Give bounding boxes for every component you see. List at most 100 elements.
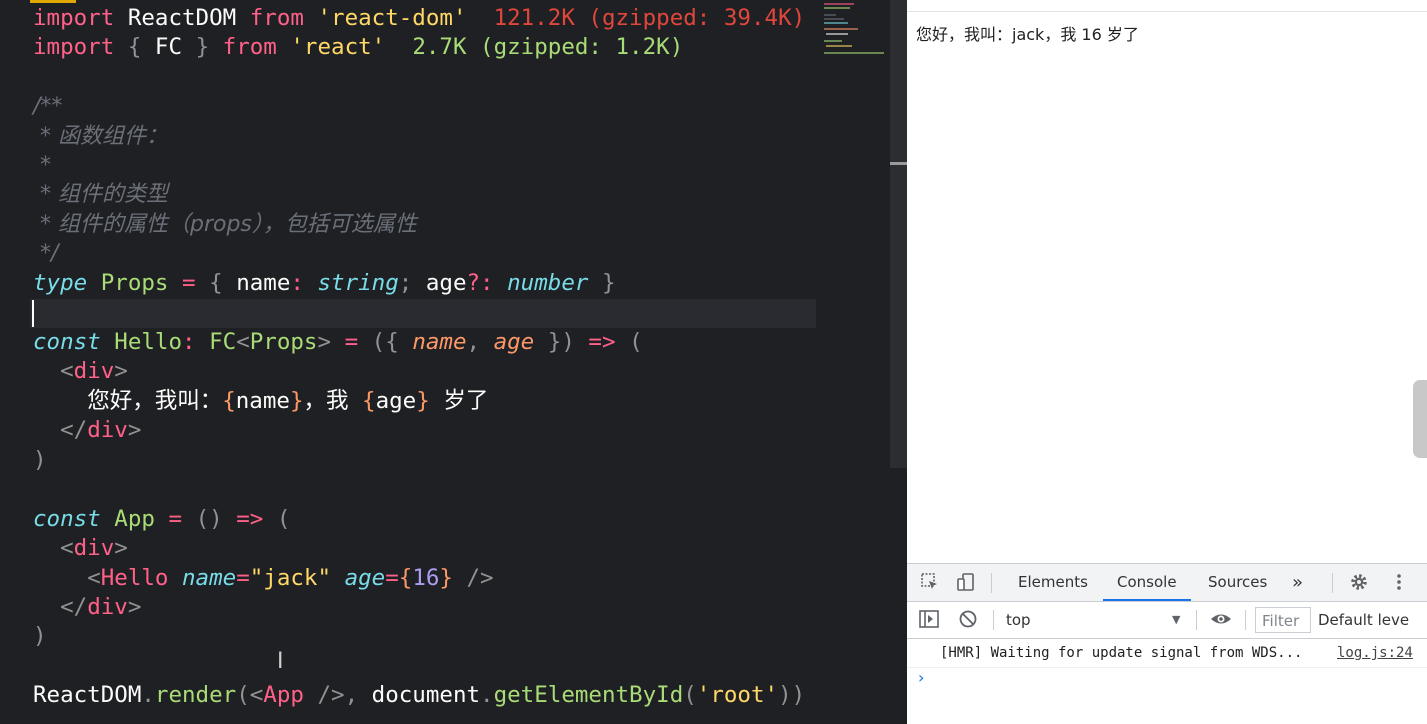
brace: { bbox=[398, 565, 413, 591]
jsx-tag: Hello bbox=[100, 565, 169, 591]
operator: : bbox=[182, 329, 196, 355]
brace: } bbox=[416, 388, 430, 414]
log-levels-select[interactable]: Default leve bbox=[1318, 602, 1409, 638]
dropdown-arrow-icon[interactable]: ▼ bbox=[1172, 602, 1180, 638]
angle: </ bbox=[60, 417, 88, 443]
parameter: age bbox=[493, 329, 535, 355]
mouse-ibeam-cursor: I bbox=[277, 649, 284, 674]
function-name: getElementById bbox=[493, 682, 684, 708]
settings-gear-icon[interactable] bbox=[1348, 572, 1370, 594]
arrow: => bbox=[588, 329, 616, 355]
brace: { bbox=[209, 270, 223, 296]
comment-line: * 组件的属性（props），包括可选属性 bbox=[33, 212, 417, 237]
code-line-hello-element: <Hello name="jack" age={16} /> bbox=[33, 564, 493, 593]
comment-line: * 函数组件： bbox=[33, 124, 168, 149]
angle: > bbox=[114, 358, 128, 384]
jsx-text: ，我 bbox=[303, 388, 349, 414]
operator: = bbox=[168, 506, 183, 532]
brace: { bbox=[222, 388, 236, 414]
operator: = bbox=[344, 329, 359, 355]
code-line-paren-close: ) bbox=[33, 623, 47, 649]
string-literal: "jack" bbox=[249, 565, 332, 591]
minimap-line bbox=[824, 40, 842, 42]
kebab-menu-icon[interactable] bbox=[1388, 572, 1410, 594]
property: age bbox=[425, 270, 467, 296]
jsx-tag: App bbox=[263, 682, 304, 708]
devtools-panel: Elements Console Sources » top ▼ Filter … bbox=[907, 563, 1427, 724]
minimap-line bbox=[824, 7, 850, 9]
code-line-render: ReactDOM.render(<App />, document.getEle… bbox=[33, 681, 805, 710]
code-line-div-open: <div> bbox=[33, 357, 128, 386]
page-scrollbar-thumb[interactable] bbox=[1413, 380, 1427, 458]
code-line-div-close: </div> bbox=[33, 593, 141, 622]
keyword: import bbox=[33, 34, 115, 60]
operator: ?: bbox=[466, 270, 494, 296]
operator: = bbox=[182, 270, 196, 296]
minimap-line bbox=[824, 52, 884, 54]
brace: { bbox=[362, 388, 376, 414]
show-sidebar-icon[interactable] bbox=[918, 609, 940, 631]
clear-console-icon[interactable] bbox=[957, 609, 979, 631]
console-prompt-icon[interactable]: › bbox=[918, 668, 924, 687]
tab-elements[interactable]: Elements bbox=[1018, 564, 1088, 601]
filter-input[interactable]: Filter bbox=[1255, 607, 1311, 633]
code-editor[interactable]: import ReactDOM from 'react-dom' 121.2K … bbox=[0, 0, 907, 723]
identifier: age bbox=[375, 388, 417, 414]
devtools-tab-bar: Elements Console Sources » bbox=[907, 564, 1427, 602]
angle: > bbox=[317, 329, 332, 355]
browser-panel: 您好，我叫：jack，我 16 岁了 Elements Console Sour… bbox=[907, 0, 1427, 724]
paren: ({ bbox=[371, 329, 399, 355]
minimap-line bbox=[824, 3, 854, 5]
import-cost-label: 2.7K (gzipped: 1.2K) bbox=[412, 34, 684, 60]
minimap-line bbox=[824, 18, 844, 20]
paren: ( bbox=[236, 682, 250, 708]
code-line-div-open: <div> bbox=[33, 534, 128, 563]
jsx-attribute: name bbox=[182, 565, 237, 591]
toolbar-divider bbox=[1332, 573, 1333, 593]
tab-console[interactable]: Console bbox=[1103, 564, 1191, 601]
minimap-line bbox=[824, 22, 848, 24]
editor-scrollbar[interactable] bbox=[890, 0, 907, 468]
context-select-value[interactable]: top bbox=[1006, 602, 1031, 638]
device-toolbar-icon[interactable] bbox=[955, 572, 977, 594]
import-cost-label: 121.2K (gzipped: 39.4K) bbox=[493, 5, 806, 31]
address-bar-edge bbox=[907, 11, 1427, 12]
toolbar-divider bbox=[991, 573, 992, 593]
console-toolbar: top ▼ Filter Default leve bbox=[907, 602, 1427, 639]
property: name bbox=[236, 270, 291, 296]
angle: </ bbox=[60, 594, 88, 620]
type-name: Props bbox=[100, 270, 169, 296]
jsx-text: 岁了 bbox=[443, 388, 489, 414]
console-message: [HMR] Waiting for update signal from WDS… bbox=[907, 639, 1427, 668]
code-line-div-close: </div> bbox=[33, 416, 141, 445]
console-message-source-link[interactable]: log.js:24 bbox=[1337, 645, 1413, 661]
angle: > bbox=[127, 594, 142, 620]
toolbar-divider bbox=[1245, 610, 1246, 630]
code-line-import-fc: import { FC } from 'react' 2.7K (gzipped… bbox=[33, 33, 683, 62]
brace: } bbox=[195, 34, 210, 60]
semicolon: ; bbox=[398, 270, 413, 296]
brace: } bbox=[601, 270, 616, 296]
identifier: FC bbox=[154, 34, 183, 60]
scrollbar-thumb[interactable] bbox=[890, 162, 907, 165]
dot: . bbox=[480, 682, 494, 708]
more-tabs-icon[interactable]: » bbox=[1292, 564, 1303, 601]
identifier: document bbox=[371, 682, 481, 708]
identifier: App bbox=[114, 506, 155, 532]
arrow: => bbox=[236, 506, 264, 532]
console-message-text: [HMR] Waiting for update signal from WDS… bbox=[940, 645, 1303, 661]
live-expression-eye-icon[interactable] bbox=[1210, 609, 1232, 631]
number-literal: 16 bbox=[412, 565, 440, 591]
angle: < bbox=[87, 565, 101, 591]
parameter: name bbox=[412, 329, 467, 355]
brace: } bbox=[439, 565, 453, 591]
code-line-const-hello: const Hello: FC<Props> = ({ name, age })… bbox=[33, 328, 643, 357]
code-line-jsx-text: 您好，我叫：{name}，我 {age} 岁了 bbox=[33, 387, 488, 416]
identifier: Hello bbox=[114, 329, 183, 355]
inspect-element-icon[interactable] bbox=[919, 572, 941, 594]
operator: = bbox=[236, 565, 250, 591]
identifier: ReactDOM bbox=[33, 682, 142, 708]
tab-sources[interactable]: Sources bbox=[1208, 564, 1267, 601]
minimap[interactable] bbox=[820, 0, 890, 60]
angle: < bbox=[249, 682, 264, 708]
